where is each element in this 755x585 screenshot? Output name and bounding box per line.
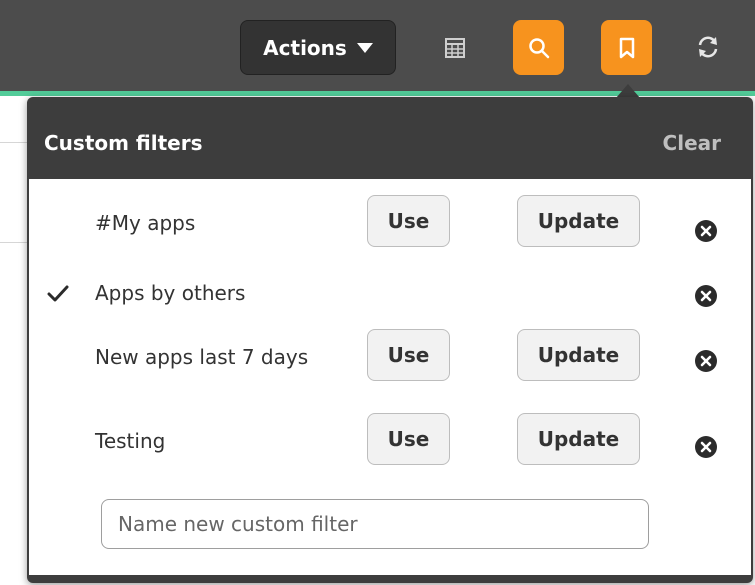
new-filter-name-input[interactable] (101, 499, 649, 549)
popover-header: Custom filters Clear (27, 97, 753, 179)
filter-row-selected[interactable]: Apps by others (29, 275, 751, 335)
remove-filter-icon[interactable] (694, 349, 718, 373)
background-divider (0, 142, 30, 143)
actions-button[interactable]: Actions (240, 20, 396, 75)
background-divider (0, 242, 30, 243)
filter-row[interactable]: New apps last 7 days Use Update (29, 329, 751, 389)
top-toolbar: Actions (0, 0, 755, 91)
search-icon (528, 37, 549, 58)
bookmarks-button[interactable] (601, 20, 652, 75)
popover-title: Custom filters (44, 131, 203, 155)
toolbar-accent-line (0, 91, 755, 96)
actions-label: Actions (263, 35, 347, 60)
remove-filter-icon[interactable] (694, 284, 718, 308)
clear-button[interactable]: Clear (663, 131, 721, 155)
use-filter-button[interactable]: Use (367, 329, 450, 381)
caret-down-icon (356, 42, 373, 53)
search-button[interactable] (513, 20, 564, 75)
filter-label: New apps last 7 days (95, 345, 309, 369)
update-filter-button[interactable]: Update (517, 329, 640, 381)
filter-label: Apps by others (95, 281, 246, 305)
table-icon[interactable] (445, 38, 465, 58)
custom-filters-popover: Custom filters Clear #My apps Use Update… (27, 97, 753, 583)
bookmark-icon (619, 37, 634, 58)
update-filter-button[interactable]: Update (517, 413, 640, 465)
update-filter-button[interactable]: Update (517, 195, 640, 247)
filter-label: Testing (95, 429, 166, 453)
remove-filter-icon[interactable] (694, 435, 718, 459)
popover-pointer (616, 84, 640, 98)
filter-label: #My apps (95, 211, 196, 235)
filter-list: #My apps Use Update Apps by others New a… (29, 179, 751, 575)
sync-icon[interactable] (694, 33, 722, 61)
checkmark-icon (47, 285, 69, 302)
filter-row[interactable]: Testing Use Update (29, 413, 751, 473)
remove-filter-icon[interactable] (694, 219, 718, 243)
use-filter-button[interactable]: Use (367, 413, 450, 465)
use-filter-button[interactable]: Use (367, 195, 450, 247)
filter-row[interactable]: #My apps Use Update (29, 195, 751, 255)
